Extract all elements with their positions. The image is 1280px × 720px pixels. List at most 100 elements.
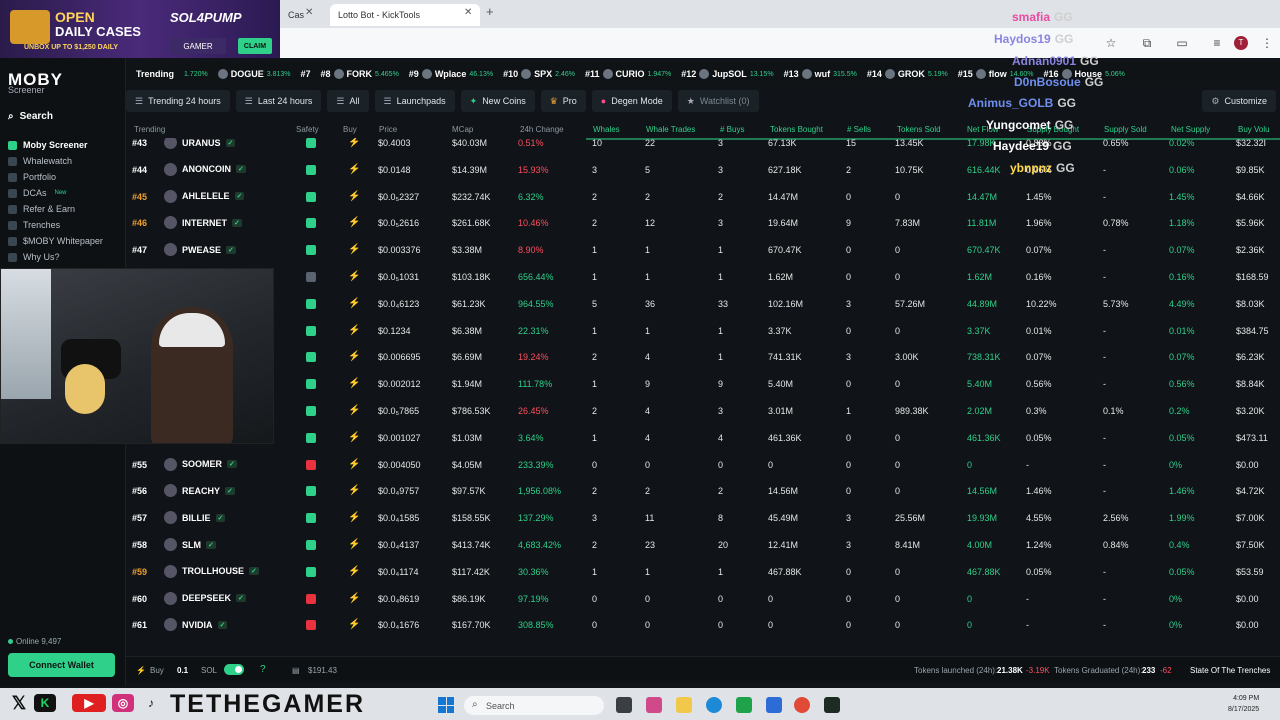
sidebar-item-portfolio[interactable]: Portfolio	[8, 170, 56, 184]
store-icon[interactable]	[766, 697, 782, 713]
table-row[interactable]: ⚡ $0.0₄6123 $61.23K 964.55% 5 36 33 102.16M 3 57.…	[126, 291, 1280, 318]
file-explorer-icon[interactable]	[676, 697, 692, 713]
quick-buy-button[interactable]: ⚡	[348, 244, 360, 256]
quick-buy-button[interactable]: ⚡	[348, 191, 360, 203]
header-safety[interactable]: Safety	[296, 125, 319, 134]
sidebar-item-why-us[interactable]: Why Us?	[8, 250, 60, 264]
table-row[interactable]: #56 REACHY ✓ ⚡ $0.0₄9757 $97.57K 1,956.08% 2 2 2 1…	[126, 478, 1280, 505]
chrome-icon[interactable]	[794, 697, 810, 713]
table-row[interactable]: #57 BILLIE ✓ ⚡ $0.0₄1585 $158.55K 137.29% 3 11 8 4…	[126, 505, 1280, 532]
launchpads-button[interactable]: ☰ Launchpads	[374, 90, 455, 112]
sidebar-item-trenches[interactable]: Trenches	[8, 218, 60, 232]
pro-button[interactable]: ♛ Pro	[540, 90, 586, 112]
token-cell[interactable]: AHLELELE ✓	[164, 189, 245, 203]
table-row[interactable]: #43 URANUS ✓ ⚡ $0.4003 $40.03M 0.51% 10 22 3 67.13…	[126, 138, 1280, 157]
token-cell[interactable]: BILLIE ✓	[164, 511, 226, 525]
token-cell[interactable]: REACHY ✓	[164, 484, 235, 498]
header-buys[interactable]: # Buys	[720, 125, 744, 134]
table-row[interactable]: #47 PWEASE ✓ ⚡ $0.003376 $3.38M 8.90% 1 1 1 670.47…	[126, 237, 1280, 264]
windows-start-icon[interactable]	[438, 697, 454, 713]
all-button[interactable]: ☰ All	[327, 90, 369, 112]
task-view-icon[interactable]	[616, 697, 632, 713]
quick-buy-amount[interactable]: 0.1	[177, 666, 188, 675]
sidebar-search[interactable]: ⌕ Search	[8, 108, 118, 124]
star-icon[interactable]: ☆	[1104, 36, 1118, 50]
close-tab-icon[interactable]: ✕	[305, 7, 313, 18]
header-tokens-sold[interactable]: Tokens Sold	[897, 125, 941, 134]
header-sells[interactable]: # Sells	[847, 125, 871, 134]
quick-buy-button[interactable]: ⚡	[348, 593, 360, 605]
tab-cases[interactable]: Cas	[280, 4, 320, 26]
ticker-item[interactable]: #13 wuf 315.5%	[784, 69, 857, 79]
quick-buy-button[interactable]: ⚡	[348, 325, 360, 337]
app-icon[interactable]	[824, 697, 840, 713]
table-row[interactable]: #55 SOOMER ✓ ⚡ $0.004050 $4.05M 233.39% 0 0 0 0 0 0 0…	[126, 452, 1280, 479]
trending-24h-button[interactable]: ☰ Trending 24 hours	[126, 90, 230, 112]
last-24h-button[interactable]: ☰ Last 24 hours	[235, 90, 322, 112]
quick-buy-button[interactable]: ⚡	[348, 138, 360, 149]
table-row[interactable]: ⚡ $0.1234 $6.38M 22.31% 1 1 1 3.37K 0 0 3.37K 0.01%…	[126, 318, 1280, 345]
header-buy-volume[interactable]: Buy Volu	[1238, 125, 1270, 134]
close-tab-icon[interactable]: ✕	[464, 7, 472, 18]
copilot-icon[interactable]	[646, 697, 662, 713]
header-mcap[interactable]: MCap	[452, 125, 473, 134]
table-row[interactable]: ⚡ $0.0₅1031 $103.18K 656.44% 1 1 1 1.62M 0 0 1.62M…	[126, 264, 1280, 291]
token-cell[interactable]: ANONCOIN ✓	[164, 162, 246, 176]
header-supply-sold[interactable]: Supply Sold	[1104, 125, 1147, 134]
token-cell[interactable]: NVIDIA ✓	[164, 618, 228, 632]
edge-icon[interactable]	[706, 697, 722, 713]
tab-lotto-bot[interactable]: Lotto Bot - KickTools	[330, 4, 480, 26]
quick-buy-button[interactable]: ⚡	[348, 405, 360, 417]
header-net-supply[interactable]: Net Supply	[1171, 125, 1210, 134]
header-price[interactable]: Price	[379, 125, 397, 134]
quick-buy-button[interactable]: ⚡	[348, 485, 360, 497]
table-row[interactable]: #44 ANONCOIN ✓ ⚡ $0.0148 $14.39M 15.93% 3 5 3 627.…	[126, 157, 1280, 184]
quick-buy-button[interactable]: ⚡	[348, 539, 360, 551]
quick-buy-button[interactable]: ⚡	[348, 619, 360, 631]
table-row[interactable]: #46 INTERNET ✓ ⚡ $0.0₅2616 $261.68K 10.46% 2 12 3…	[126, 210, 1280, 237]
sidebar-item-dcas[interactable]: DCAs New	[8, 186, 67, 200]
ticker-item[interactable]: #10 SPX 2.46%	[503, 69, 575, 79]
ticker-item[interactable]: #9 Wplace 46.13%	[409, 69, 493, 79]
quick-buy-button[interactable]: ⚡	[348, 298, 360, 310]
quick-buy-toggle[interactable]	[224, 664, 244, 675]
promo-claim-button[interactable]: CLAIM	[238, 38, 272, 54]
token-cell[interactable]: URANUS ✓	[164, 138, 236, 149]
ticker-item[interactable]: #7	[301, 69, 311, 79]
quick-buy-button[interactable]: ⚡	[348, 459, 360, 471]
new-coins-button[interactable]: ✦ New Coins	[460, 90, 535, 112]
new-tab-icon[interactable]: +	[486, 4, 494, 19]
quick-buy-button[interactable]: ⚡	[348, 566, 360, 578]
header-24h-change[interactable]: 24h Change	[520, 125, 564, 134]
quick-buy-button[interactable]: ⚡	[348, 378, 360, 390]
media-icon[interactable]: ▭	[1175, 36, 1189, 50]
quick-buy-button[interactable]: ⚡	[348, 432, 360, 444]
token-cell[interactable]: DEEPSEEK ✓	[164, 591, 246, 605]
state-of-trenches-link[interactable]: State Of The Trenches	[1190, 666, 1270, 675]
token-cell[interactable]: SOOMER ✓	[164, 457, 237, 471]
xbox-icon[interactable]	[736, 697, 752, 713]
quick-buy-button[interactable]: ⚡	[348, 217, 360, 229]
ticker-item[interactable]: DOGUE 3.813%	[217, 69, 291, 79]
header-whales[interactable]: Whales	[593, 125, 620, 134]
ticker-item[interactable]: #8 FORK 5.465%	[321, 69, 399, 79]
header-whale-trades[interactable]: Whale Trades	[646, 125, 695, 134]
ticker-item[interactable]: 1.720%	[184, 71, 208, 78]
table-row[interactable]: #59 TROLLHOUSE ✓ ⚡ $0.0₄1174 $117.42K 30.36% 1 1…	[126, 559, 1280, 586]
quick-buy-button[interactable]: ⚡	[348, 512, 360, 524]
menu-icon[interactable]: ⋮	[1260, 36, 1274, 50]
sidebar-item-moby-screener[interactable]: Moby Screener	[8, 138, 88, 152]
header-trending[interactable]: Trending	[134, 125, 165, 134]
taskbar-search[interactable]: Search	[464, 696, 604, 715]
header-tokens-bought[interactable]: Tokens Bought	[770, 125, 823, 134]
connect-wallet-button[interactable]: Connect Wallet	[8, 653, 115, 677]
sidebar-item-refer[interactable]: Refer & Earn	[8, 202, 75, 216]
profile-avatar[interactable]: T	[1234, 36, 1248, 50]
ticker-item[interactable]: #11 CURIO 1.947%	[585, 69, 671, 79]
quick-buy-button[interactable]: ⚡	[348, 271, 360, 283]
degen-mode-button[interactable]: ● Degen Mode	[591, 90, 672, 112]
ticker-item[interactable]: #12 JupSOL 13.15%	[681, 69, 774, 79]
help-icon[interactable]: ?	[260, 664, 266, 675]
extensions-icon[interactable]: ⧉	[1140, 36, 1154, 50]
table-row[interactable]: ⚡ $0.006695 $6.69M 19.24% 2 4 1 741.31K 3 3.00K 73…	[126, 344, 1280, 371]
